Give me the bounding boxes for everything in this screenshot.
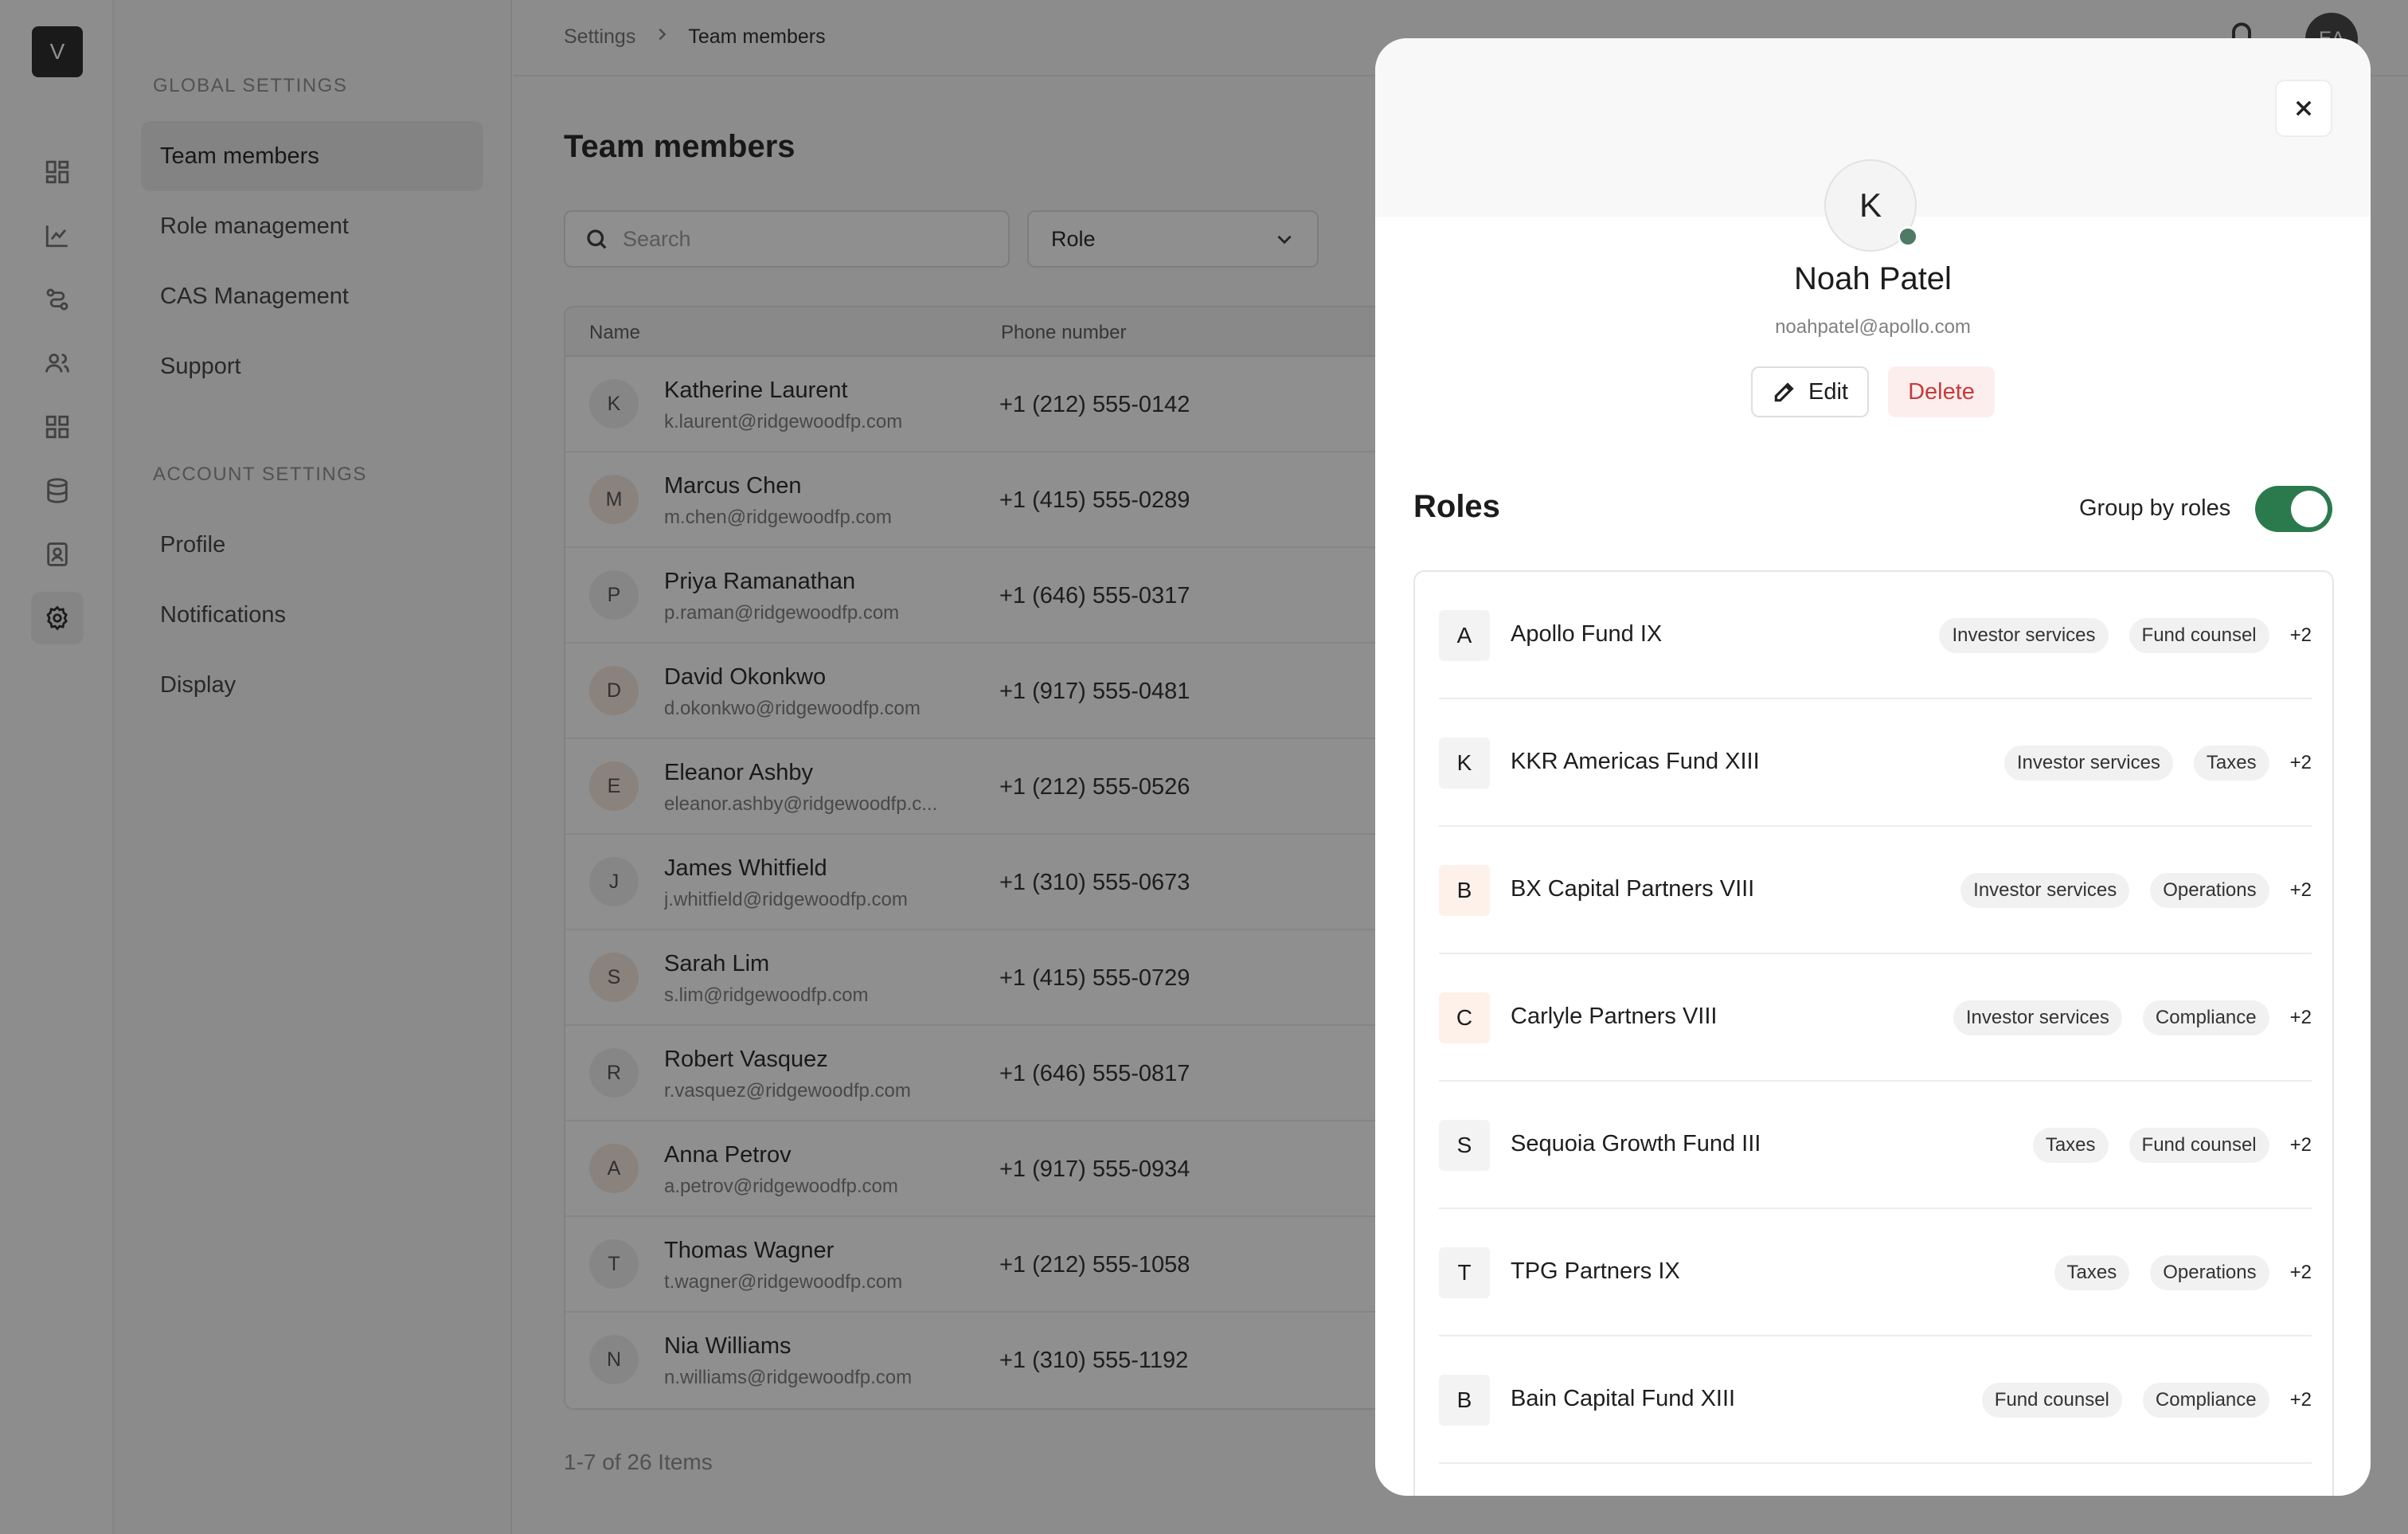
role-tag: Investor services bbox=[2003, 745, 2173, 781]
fund-name: Bain Capital Fund XIII bbox=[1511, 1386, 1736, 1411]
fund-badge: S bbox=[1439, 1120, 1490, 1171]
role-tag: Investor services bbox=[1960, 873, 2130, 908]
roles-heading: Roles bbox=[1413, 489, 1500, 524]
presence-indicator bbox=[1898, 226, 1918, 247]
more-roles-count[interactable]: +2 bbox=[2290, 1007, 2312, 1029]
fund-name: KKR Americas Fund XIII bbox=[1511, 749, 1760, 774]
more-roles-count[interactable]: +2 bbox=[2290, 1389, 2312, 1411]
fund-name: Carlyle Partners VIII bbox=[1511, 1004, 1718, 1029]
delete-button[interactable]: Delete bbox=[1888, 366, 1995, 417]
role-item[interactable]: S Sequoia Growth Fund III Taxes Fund counse… bbox=[1439, 1082, 2312, 1209]
role-tag: Operations bbox=[2150, 873, 2269, 908]
role-tag: Investor services bbox=[1953, 1000, 2122, 1035]
role-tag: Taxes bbox=[2032, 1128, 2109, 1163]
fund-badge: K bbox=[1439, 738, 1490, 789]
fund-name: TPG Partners IX bbox=[1511, 1258, 1680, 1284]
role-tag: Operations bbox=[2150, 1255, 2269, 1290]
role-item[interactable]: K KKR Americas Fund XIII Investor services… bbox=[1439, 699, 2312, 827]
role-tags: Fund counsel Compliance +2 bbox=[1981, 1383, 2312, 1418]
close-icon bbox=[2296, 100, 2312, 116]
role-item[interactable]: C Carlyle Partners VIII Investor services C… bbox=[1439, 954, 2312, 1082]
more-roles-count[interactable]: +2 bbox=[2290, 879, 2312, 902]
role-item[interactable]: T TPG Partners IX Taxes Operations +2 bbox=[1439, 1209, 2312, 1336]
fund-badge: T bbox=[1439, 1247, 1490, 1298]
role-tags: Taxes Operations +2 bbox=[2054, 1255, 2312, 1290]
role-tag: Investor services bbox=[1939, 618, 2109, 653]
role-item[interactable]: B Bain Capital Fund XIII Fund counsel Compl… bbox=[1439, 1336, 2312, 1464]
role-tags: Investor services Operations +2 bbox=[1960, 873, 2312, 908]
close-button[interactable] bbox=[2275, 80, 2332, 137]
role-tag: Fund counsel bbox=[2128, 618, 2269, 653]
edit-button[interactable]: Edit bbox=[1751, 366, 1869, 417]
role-tags: Investor services Taxes +2 bbox=[2003, 745, 2312, 781]
edit-label: Edit bbox=[1808, 378, 1848, 405]
role-tags: Investor services Compliance +2 bbox=[1953, 1000, 2312, 1035]
pencil-icon bbox=[1774, 382, 1794, 402]
fund-badge: B bbox=[1439, 1375, 1490, 1426]
more-roles-count[interactable]: +2 bbox=[2290, 1262, 2312, 1284]
role-tag: Compliance bbox=[2142, 1000, 2269, 1035]
group-by-roles-toggle[interactable] bbox=[2255, 486, 2332, 532]
fund-badge: A bbox=[1439, 610, 1490, 661]
role-tag: Fund counsel bbox=[2128, 1128, 2269, 1163]
role-tag: Fund counsel bbox=[1981, 1383, 2122, 1418]
role-tag: Taxes bbox=[2193, 745, 2269, 781]
role-tags: Taxes Fund counsel +2 bbox=[2032, 1128, 2312, 1163]
fund-badge: B bbox=[1439, 865, 1490, 916]
fund-name: BX Capital Partners VIII bbox=[1511, 876, 1755, 902]
role-tags: Investor services Fund counsel +2 bbox=[1939, 618, 2312, 653]
more-roles-count[interactable]: +2 bbox=[2290, 1134, 2312, 1156]
fund-badge: C bbox=[1439, 992, 1490, 1043]
fund-name: Apollo Fund IX bbox=[1511, 621, 1663, 647]
toggle-knob bbox=[2291, 491, 2328, 527]
role-item[interactable]: A Apollo Fund IX Investor services Fund cou… bbox=[1439, 572, 2312, 699]
more-roles-count[interactable]: +2 bbox=[2290, 752, 2312, 774]
role-tag: Taxes bbox=[2054, 1255, 2130, 1290]
profile-email: noahpatel@apollo.com bbox=[1775, 316, 1971, 338]
group-by-roles-label: Group by roles bbox=[2079, 495, 2231, 521]
role-tag: Compliance bbox=[2142, 1383, 2269, 1418]
member-detail-drawer: K Noah Patel noahpatel@apollo.com Edit D… bbox=[1375, 38, 2371, 1496]
roles-list: A Apollo Fund IX Investor services Fund cou… bbox=[1413, 570, 2334, 1496]
fund-name: Sequoia Growth Fund III bbox=[1511, 1131, 1761, 1156]
profile-name: Noah Patel bbox=[1794, 261, 1952, 296]
more-roles-count[interactable]: +2 bbox=[2290, 624, 2312, 647]
role-item[interactable]: B BX Capital Partners VIII Investor servic… bbox=[1439, 827, 2312, 954]
